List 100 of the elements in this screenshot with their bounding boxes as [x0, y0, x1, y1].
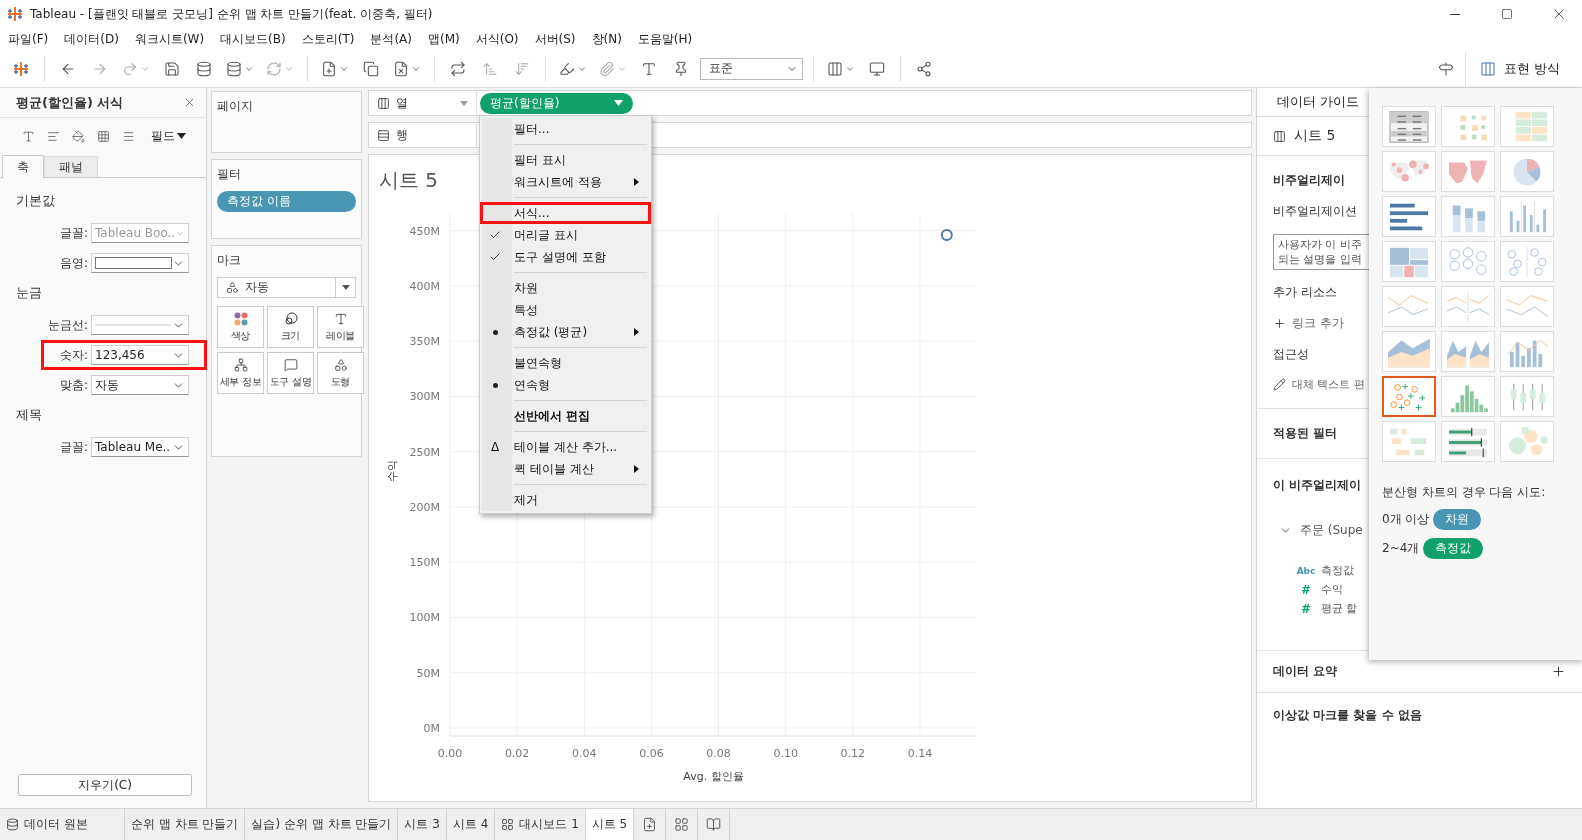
menu-item[interactable]: 데이터(D): [56, 30, 127, 48]
sheet-icon: [1273, 129, 1286, 143]
marks-button[interactable]: 도형: [317, 352, 364, 394]
card-title: 페이지: [217, 98, 253, 115]
sheet-tab[interactable]: 시트 3: [398, 809, 447, 840]
requirement-count: 0개 이상: [1382, 511, 1430, 528]
tooltip-icon: [283, 357, 298, 372]
axis-tick-label: 0.04: [572, 747, 597, 760]
align-icon: [47, 129, 60, 143]
sheet-title: 시트 5: [379, 167, 439, 194]
pane-tab[interactable]: 패널: [44, 156, 98, 177]
menu-item[interactable]: 도구 설명에 포함: [480, 246, 651, 268]
scope-dropdown[interactable]: 필드: [145, 126, 192, 146]
menu-item[interactable]: 연속형: [480, 374, 651, 396]
axis-tick-label: 0.12: [840, 747, 866, 760]
menu-item[interactable]: 서식...: [480, 202, 651, 224]
axis-tick-label: 0.06: [639, 747, 664, 760]
clear-button[interactable]: 지우기(C): [18, 774, 192, 796]
axis-tick-label: 0M: [423, 722, 440, 735]
database-icon: [6, 818, 19, 831]
menu-item[interactable]: 선반에서 편집: [480, 405, 651, 427]
menu-item[interactable]: 측정값 (평균): [480, 321, 651, 343]
minimize-icon: [1450, 13, 1460, 15]
menu-item[interactable]: 맵(M): [420, 30, 468, 48]
section-heading: 적용된 필터: [1273, 425, 1338, 442]
menu-item[interactable]: 파일(F): [0, 30, 57, 48]
rows-shelf-label: 행: [369, 123, 477, 147]
cards-icon: [827, 60, 843, 77]
sheet-tab[interactable]: 데이터 원본: [0, 809, 125, 840]
copy-icon: [363, 60, 379, 77]
text-label-icon: [333, 311, 348, 326]
add-sheet-icon: [642, 817, 658, 832]
rows-icon: [377, 128, 390, 142]
menu-item[interactable]: 필터...: [480, 118, 651, 140]
alt-text-link[interactable]: 대체 텍스트 편: [1292, 377, 1365, 392]
menu-item[interactable]: 워크시트(W): [126, 30, 213, 48]
field-type-label: #: [1299, 582, 1313, 597]
section-heading: 데이터 요약: [1273, 663, 1338, 680]
show-me-hint: 분산형 차트의 경우 다음 시도:: [1382, 484, 1546, 501]
menu-item[interactable]: 필터 표시: [480, 149, 651, 171]
field-label: 눈금선:: [46, 316, 88, 334]
fit-select[interactable]: 표준: [700, 57, 803, 80]
menu-item[interactable]: 퀵 테이블 계산: [480, 458, 651, 480]
marks-button[interactable]: 레이블: [317, 306, 364, 348]
menu-item[interactable]: 스토리(T): [293, 30, 363, 48]
marks-button[interactable]: 세부 정보: [217, 352, 264, 394]
marks-button[interactable]: 도구 설명: [267, 352, 314, 394]
sheet-name: 시트 5: [1294, 127, 1336, 145]
marks-button[interactable]: 크기: [267, 306, 314, 348]
setting-dropdown[interactable]: [91, 253, 189, 273]
sheet-tab[interactable]: 시트 4: [446, 809, 496, 840]
sheet-tab[interactable]: 대시보드 1: [495, 809, 586, 840]
field-type-label: Abc: [1295, 565, 1317, 576]
shading-tool-button[interactable]: [70, 127, 87, 145]
setting-dropdown[interactable]: Tableau Me..: [91, 437, 189, 457]
sheet-tab[interactable]: 실습) 순위 맵 차트 만들기: [245, 809, 399, 840]
menu-item[interactable]: 제거: [480, 489, 651, 511]
card-title: 마크: [217, 252, 241, 269]
menu-item[interactable]: Δ 테이블 계산 추가...: [480, 436, 651, 458]
menu-item[interactable]: 서버(S): [526, 30, 584, 48]
sort-descending-icon: [514, 60, 530, 77]
clear-sheet-icon: [393, 60, 409, 77]
menu-item[interactable]: 서식(O): [467, 30, 527, 48]
menu-item[interactable]: 불연속형: [480, 352, 651, 374]
menu-item[interactable]: 창(N): [583, 30, 630, 48]
menu-item[interactable]: 특성: [480, 299, 651, 321]
grid-icon: [97, 129, 110, 143]
add-dashboard-icon: [674, 817, 690, 832]
menu-item[interactable]: 분석(A): [362, 30, 420, 48]
sort-ascending-icon: [482, 60, 498, 77]
database-icon: [196, 60, 212, 77]
marks-button[interactable]: 색상: [217, 306, 264, 348]
menu-item[interactable]: 도움말(H): [629, 30, 701, 48]
add-link[interactable]: 링크 추가: [1292, 315, 1344, 332]
shapes-icon: [333, 357, 348, 372]
menu-item[interactable]: 워크시트에 적용: [480, 171, 651, 193]
field-label: 글꼴:: [58, 438, 88, 456]
redo-icon: [122, 60, 138, 77]
mark-type-dropdown[interactable]: 자동: [217, 277, 356, 298]
section-title: 제목: [15, 406, 43, 424]
field-name: 평균 할: [1321, 601, 1358, 616]
pane-tab[interactable]: 축: [2, 155, 44, 178]
setting-dropdown[interactable]: 123,456: [91, 345, 189, 365]
section-title: 눈금: [15, 284, 43, 302]
axis-title: Avg. 할인율: [683, 770, 744, 783]
sheet-tab[interactable]: 순위 맵 차트 만들기: [125, 809, 246, 840]
font-icon: [22, 129, 35, 143]
book-icon: [706, 817, 722, 832]
sheet-tab[interactable]: 시트 5: [585, 809, 635, 840]
axis-tick-label: 350M: [409, 335, 440, 349]
close-icon: [183, 96, 196, 109]
setting-dropdown[interactable]: 자동: [91, 375, 189, 395]
menu-item[interactable]: 차원: [480, 277, 651, 299]
field-type-label: #: [1299, 601, 1313, 616]
setting-dropdown[interactable]: [91, 315, 189, 335]
menu-item[interactable]: 대시보드(B): [212, 30, 294, 48]
plus-icon: [1273, 317, 1286, 330]
chart-type-button[interactable]: [1382, 376, 1436, 417]
menu-item[interactable]: 머리글 표시: [480, 224, 651, 246]
maximize-icon: [1501, 8, 1513, 20]
